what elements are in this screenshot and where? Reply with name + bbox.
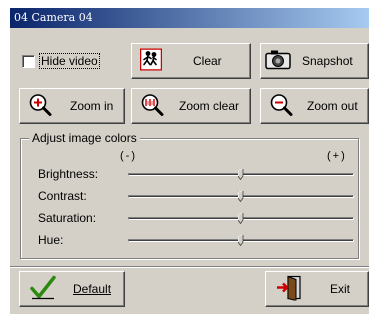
- zoom-out-icon: [269, 93, 293, 120]
- hide-video-checkbox[interactable]: [22, 55, 35, 68]
- title-bar[interactable]: 04 Camera 04: [10, 8, 369, 28]
- hide-video-label[interactable]: Hide video: [39, 53, 100, 69]
- snapshot-button[interactable]: Snapshot: [260, 43, 369, 79]
- exit-door-icon: [276, 275, 302, 304]
- slider-thumb[interactable]: [237, 212, 244, 225]
- clear-label: Clear: [193, 54, 222, 68]
- saturation-label: Saturation:: [38, 211, 97, 225]
- hue-label: Hue:: [38, 233, 64, 247]
- clear-running-figure-icon: [139, 48, 163, 74]
- snapshot-label: Snapshot: [302, 54, 353, 68]
- zoom-clear-button[interactable]: Zoom clear: [131, 88, 251, 124]
- slider-thumb[interactable]: [237, 234, 244, 247]
- plus-label: (+): [327, 150, 347, 162]
- exit-button[interactable]: Exit: [265, 271, 369, 307]
- camera-icon: [265, 49, 291, 74]
- minus-label: (-): [120, 150, 137, 162]
- contrast-label: Contrast:: [38, 189, 87, 203]
- exit-label: Exit: [330, 282, 351, 296]
- slider-thumb[interactable]: [237, 168, 244, 181]
- camera-window: 04 Camera 04 Hide video Clear Snapshot Z…: [10, 8, 369, 314]
- zoom-out-label: Zoom out: [307, 99, 358, 113]
- window-title: 04 Camera 04: [14, 11, 93, 24]
- zoom-out-button[interactable]: Zoom out: [260, 88, 369, 124]
- default-button[interactable]: Default: [19, 271, 125, 307]
- zoom-clear-icon: [140, 93, 164, 120]
- adjust-colors-title: Adjust image colors: [29, 131, 140, 145]
- zoom-in-label: Zoom in: [70, 99, 114, 113]
- footer-separator: [10, 266, 369, 268]
- zoom-clear-label: Zoom clear: [179, 99, 240, 113]
- default-label: Default: [73, 282, 112, 296]
- brightness-label: Brightness:: [38, 167, 99, 181]
- checkmark-icon: [30, 275, 56, 304]
- slider-thumb[interactable]: [237, 190, 244, 203]
- zoom-in-icon: [28, 93, 52, 120]
- clear-button[interactable]: Clear: [131, 43, 251, 79]
- zoom-in-button[interactable]: Zoom in: [19, 88, 125, 124]
